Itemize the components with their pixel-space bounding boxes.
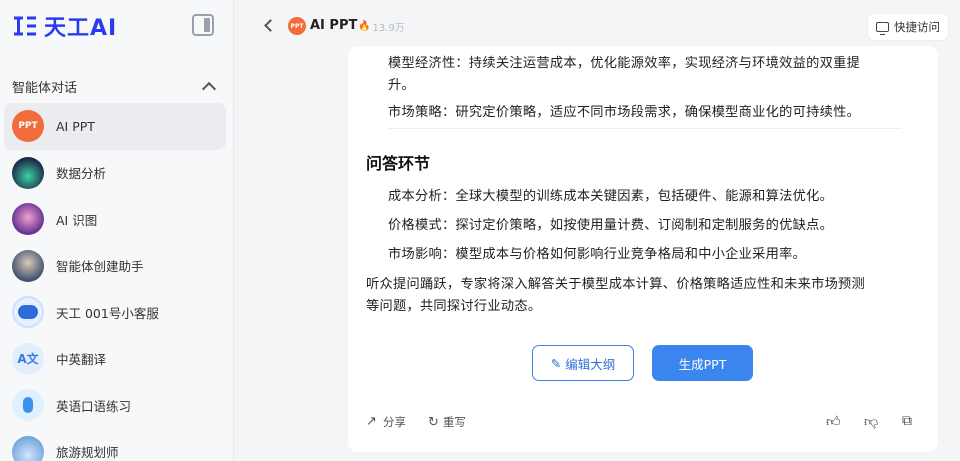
sidebar-item-label: 旅游规划师 bbox=[56, 445, 119, 461]
rewrite-button[interactable]: ↻ 重写 bbox=[428, 414, 466, 430]
travel-avatar bbox=[12, 435, 44, 461]
share-label: 分享 bbox=[383, 415, 406, 429]
quick-access-button[interactable]: 快捷访问 bbox=[868, 14, 948, 40]
divider bbox=[388, 128, 902, 129]
agent-list: PPT AI PPT 数据分析 AI 识图 智能体创建助手 天工 001号小客服… bbox=[4, 103, 226, 461]
chevron-up-icon bbox=[201, 81, 217, 96]
sidebar-item-agent-builder[interactable]: 智能体创建助手 bbox=[4, 243, 226, 290]
sidebar-item-translation[interactable]: A文 中英翻译 bbox=[4, 336, 226, 383]
sidebar-item-customer-service[interactable]: 天工 001号小客服 bbox=[4, 289, 226, 336]
chat-header: PPT AI PPT 🔥 13.9万 快捷访问 bbox=[250, 10, 950, 42]
thumbs-up-icon[interactable]: 👍︎ bbox=[826, 413, 841, 430]
edit-outline-button[interactable]: ✎ 编辑大纲 bbox=[532, 345, 634, 381]
logo-icon bbox=[12, 15, 38, 37]
popularity-count: 🔥 13.9万 bbox=[358, 19, 405, 34]
ppt-title-icon: PPT bbox=[288, 17, 306, 35]
content-line: 市场策略：研究定价策略，适应不同市场段需求，确保模型商业化的可持续性。 bbox=[388, 105, 861, 120]
generate-ppt-button[interactable]: 生成PPT bbox=[652, 345, 753, 381]
share-icon bbox=[366, 414, 379, 429]
qa-item: 市场影响：模型成本与价格如何影响行业竞争格局和中小企业采用率。 bbox=[388, 247, 807, 262]
sidebar-item-label: 智能体创建助手 bbox=[56, 259, 144, 275]
agent-section-title: 智能体对话 bbox=[12, 80, 78, 96]
summary-line: 等问题，共同探讨行业动态。 bbox=[366, 299, 542, 314]
logo-text: 天工AI bbox=[44, 16, 118, 41]
edit-outline-label: 编辑大纲 bbox=[565, 356, 616, 372]
agent-section-header[interactable]: 智能体对话 bbox=[12, 76, 218, 96]
message-card: 模型经济性：持续关注运营成本，优化能源效率，实现经济与环境效益的双重提 升。 市… bbox=[348, 46, 938, 452]
ppt-avatar: PPT bbox=[12, 110, 44, 143]
pencil-icon: ✎ bbox=[550, 355, 562, 371]
sidebar-item-ai-ppt[interactable]: PPT AI PPT bbox=[4, 103, 226, 150]
sidebar-item-english-speaking[interactable]: 英语口语练习 bbox=[4, 382, 226, 429]
qa-item: 价格模式：探讨定价策略，如按使用量计费、订阅制和定制服务的优缺点。 bbox=[388, 218, 834, 233]
data-analysis-avatar bbox=[12, 156, 44, 189]
agent-builder-avatar bbox=[12, 249, 44, 282]
sidebar-item-label: AI 识图 bbox=[56, 212, 98, 228]
sidebar-item-label: 数据分析 bbox=[56, 166, 107, 182]
chat-title: AI PPT bbox=[310, 18, 358, 33]
sidebar-item-ai-vision[interactable]: AI 识图 bbox=[4, 196, 226, 243]
sidebar-item-label: 天工 001号小客服 bbox=[56, 305, 159, 321]
sidebar-item-label: 英语口语练习 bbox=[56, 398, 132, 414]
sidebar-collapse-icon[interactable] bbox=[192, 14, 214, 36]
ai-vision-avatar bbox=[12, 203, 44, 236]
refresh-icon: ↻ bbox=[428, 414, 439, 430]
sidebar-item-travel-planner[interactable]: 旅游规划师 bbox=[4, 429, 226, 461]
summary-line: 听众提问踊跃，专家将深入解答关于模型成本计算、价格策略适应性和未来市场预测 bbox=[366, 277, 866, 292]
sidebar-item-label: 中英翻译 bbox=[56, 352, 107, 368]
copy-icon[interactable]: ⧉ bbox=[902, 413, 912, 429]
sidebar: 天工AI 智能体对话 PPT AI PPT 数据分析 AI 识图 智能体创建助手… bbox=[0, 0, 234, 461]
logo[interactable]: 天工AI bbox=[12, 12, 118, 41]
section-title: 问答环节 bbox=[366, 154, 431, 173]
sidebar-item-data-analysis[interactable]: 数据分析 bbox=[4, 150, 226, 197]
microphone-avatar-icon bbox=[12, 389, 44, 422]
flame-icon: 🔥 bbox=[358, 21, 371, 32]
share-button[interactable]: 分享 bbox=[366, 414, 406, 430]
translate-avatar: A文 bbox=[12, 342, 44, 375]
qa-item: 成本分析：全球大模型的训练成本关键因素，包括硬件、能源和算法优化。 bbox=[388, 189, 834, 204]
sidebar-item-label: AI PPT bbox=[56, 118, 95, 134]
content-line: 模型经济性：持续关注运营成本，优化能源效率，实现经济与环境效益的双重提 bbox=[388, 56, 861, 71]
content-line: 升。 bbox=[388, 78, 415, 93]
rewrite-label: 重写 bbox=[442, 415, 466, 429]
popularity-value: 13.9万 bbox=[372, 23, 405, 34]
robot-avatar-icon bbox=[12, 296, 44, 329]
quick-access-label: 快捷访问 bbox=[894, 20, 940, 34]
back-chevron-icon[interactable] bbox=[264, 19, 277, 32]
monitor-icon bbox=[876, 22, 889, 35]
thumbs-down-icon[interactable]: 👎︎ bbox=[864, 413, 878, 430]
